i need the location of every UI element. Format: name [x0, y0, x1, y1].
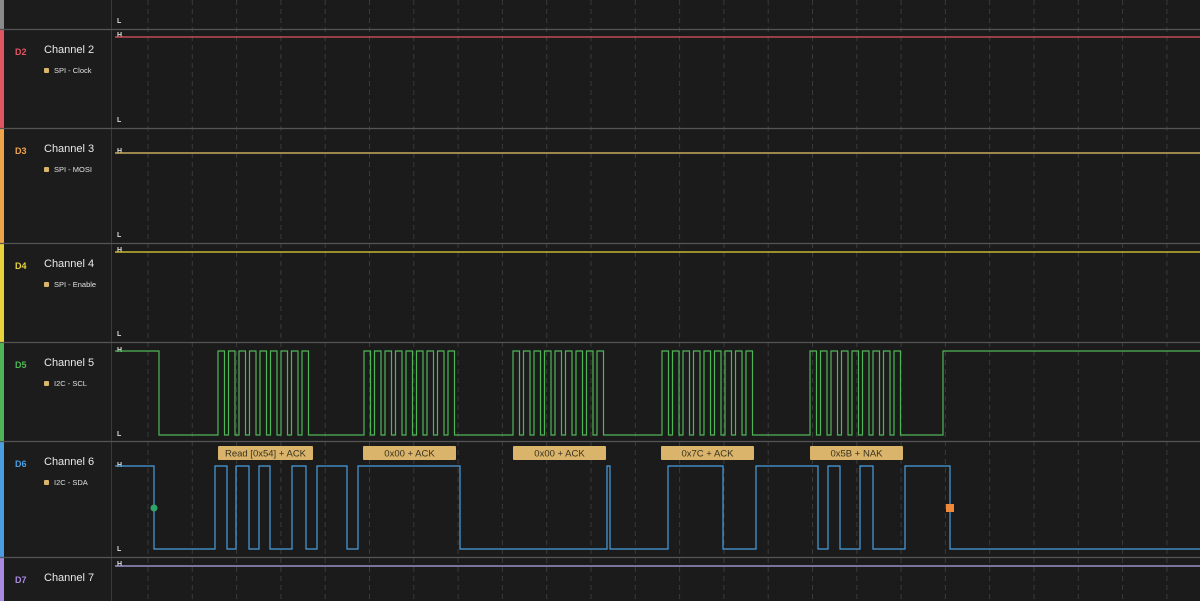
- waveform-view[interactable]: LHLHLHLHLHLH Read [0x54] + ACK 0x00 + ACK…: [0, 0, 1200, 601]
- start-stop-markers: [150, 504, 954, 512]
- i2c-stop-marker-icon: [946, 504, 954, 512]
- level-low-label: L: [117, 431, 122, 438]
- level-labels: LHLHLHLHLHLH: [117, 18, 122, 568]
- level-low-label: L: [117, 232, 122, 239]
- channel-separators: [0, 28, 1200, 559]
- i2c-frame[interactable]: 0x7C + ACK: [661, 446, 754, 460]
- level-low-label: L: [117, 331, 122, 338]
- i2c-frame[interactable]: 0x00 + ACK: [363, 446, 456, 460]
- trace-d5-scl: [115, 350, 1200, 436]
- level-low-label: L: [117, 117, 122, 124]
- i2c-frame[interactable]: Read [0x54] + ACK: [218, 446, 313, 460]
- time-grid: [147, 0, 1168, 601]
- level-high-label: H: [117, 32, 122, 39]
- level-low-label: L: [117, 546, 122, 553]
- i2c-frame-label: 0x7C + ACK: [681, 449, 734, 460]
- level-high-label: H: [117, 561, 122, 568]
- i2c-frame-label: Read [0x54] + ACK: [225, 449, 307, 460]
- level-high-label: H: [117, 247, 122, 254]
- i2c-frame[interactable]: 0x5B + NAK: [810, 446, 903, 460]
- channel-traces: [115, 36, 1200, 567]
- i2c-frame-label: 0x00 + ACK: [384, 449, 435, 460]
- i2c-frame-label: 0x5B + NAK: [830, 449, 883, 460]
- i2c-frames[interactable]: Read [0x54] + ACK 0x00 + ACK 0x00 + ACK 0x7…: [218, 446, 903, 460]
- i2c-frame[interactable]: 0x00 + ACK: [513, 446, 606, 460]
- level-low-label: L: [117, 18, 122, 25]
- level-high-label: H: [117, 148, 122, 155]
- i2c-frame-label: 0x00 + ACK: [534, 449, 585, 460]
- i2c-start-marker-icon: [150, 504, 158, 512]
- trace-d6-sda: [115, 465, 1200, 550]
